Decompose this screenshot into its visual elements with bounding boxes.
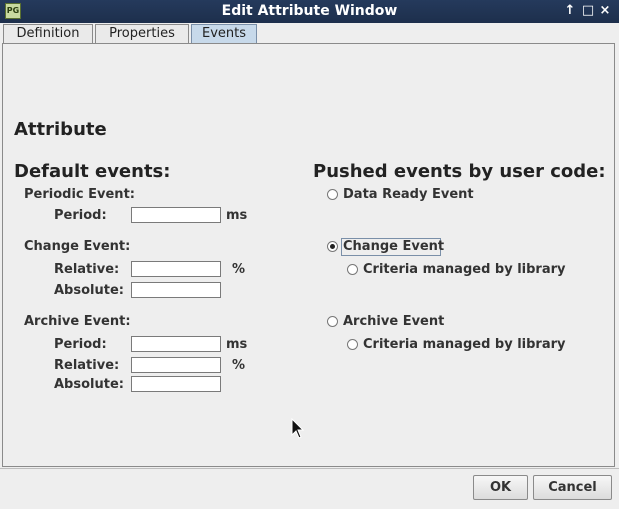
archive-period-label: Period:	[54, 337, 107, 352]
archive-period-input[interactable]	[131, 336, 221, 352]
tab-events[interactable]: Events	[191, 24, 257, 43]
ok-button[interactable]: OK	[473, 475, 528, 500]
change-absolute-label: Absolute:	[54, 283, 124, 298]
change-relative-unit: %	[232, 262, 246, 277]
periodic-event-label: Periodic Event:	[24, 187, 135, 202]
archive-absolute-input[interactable]	[131, 376, 221, 392]
change-relative-label: Relative:	[54, 262, 120, 277]
section-title: Attribute	[14, 119, 107, 140]
periodic-period-input[interactable]	[131, 207, 221, 223]
footer-divider	[0, 468, 619, 469]
archive-event-push-label[interactable]: Archive Event	[343, 314, 444, 329]
archive-criteria-label[interactable]: Criteria managed by library	[363, 337, 566, 352]
archive-relative-unit: %	[232, 358, 246, 373]
archive-event-radio[interactable]	[327, 316, 338, 327]
data-ready-radio[interactable]	[327, 189, 338, 200]
up-arrow-icon[interactable]: ↑	[562, 3, 578, 19]
archive-criteria-radio[interactable]	[347, 339, 358, 350]
close-icon[interactable]: ×	[597, 3, 613, 19]
tab-properties[interactable]: Properties	[95, 24, 189, 43]
pushed-events-title: Pushed events by user code:	[313, 161, 606, 182]
change-event-label: Change Event:	[24, 239, 131, 254]
change-absolute-input[interactable]	[131, 282, 221, 298]
periodic-period-unit: ms	[226, 208, 248, 223]
tab-definition[interactable]: Definition	[3, 24, 93, 43]
change-criteria-label[interactable]: Criteria managed by library	[363, 262, 566, 277]
change-event-radio[interactable]	[327, 241, 338, 252]
tab-bar: Definition Properties Events	[0, 23, 619, 43]
periodic-period-label: Period:	[54, 208, 107, 223]
archive-relative-input[interactable]	[131, 357, 221, 373]
mouse-cursor-icon	[291, 418, 305, 439]
change-criteria-radio[interactable]	[347, 264, 358, 275]
change-relative-input[interactable]	[131, 261, 221, 277]
events-panel: Attribute Default events: Periodic Event…	[2, 43, 615, 467]
change-event-push-label[interactable]: Change Event	[343, 239, 444, 254]
default-events-title: Default events:	[14, 161, 171, 182]
maximize-icon[interactable]: □	[580, 3, 596, 19]
window-title: Edit Attribute Window	[221, 3, 398, 19]
archive-absolute-label: Absolute:	[54, 377, 124, 392]
data-ready-label[interactable]: Data Ready Event	[343, 187, 474, 202]
archive-event-label: Archive Event:	[24, 314, 131, 329]
archive-relative-label: Relative:	[54, 358, 120, 373]
cancel-button[interactable]: Cancel	[533, 475, 612, 500]
title-bar: PG Edit Attribute Window ↑ □ ×	[0, 0, 619, 23]
archive-period-unit: ms	[226, 337, 248, 352]
